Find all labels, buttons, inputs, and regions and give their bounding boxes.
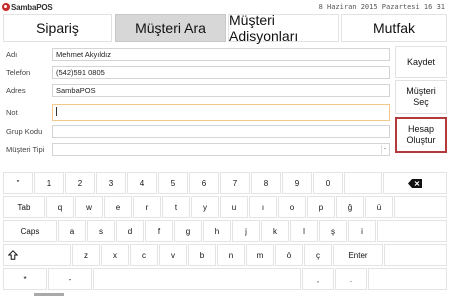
- key-spare[interactable]: [344, 172, 382, 194]
- backspace-key[interactable]: [383, 172, 447, 194]
- main-tabs: Sipariş Müşteri Ara Müşteri Adisyonları …: [3, 12, 447, 44]
- text-caret: [56, 106, 57, 116]
- key-spare-row2[interactable]: [394, 196, 447, 218]
- key-dotless-i[interactable]: ı: [249, 196, 277, 218]
- key-0[interactable]: 0: [313, 172, 343, 194]
- tab-key[interactable]: Tab: [3, 196, 45, 218]
- tab-musteri-adisyonlari[interactable]: Müşteri Adisyonları: [228, 12, 339, 44]
- key-q[interactable]: q: [46, 196, 74, 218]
- note-row: Not: [0, 104, 392, 122]
- group-code-field[interactable]: [52, 125, 390, 138]
- key-o[interactable]: o: [278, 196, 306, 218]
- key-j[interactable]: j: [232, 220, 260, 242]
- sambapos-logo: SambaPOS: [2, 2, 53, 12]
- key-r[interactable]: r: [133, 196, 161, 218]
- shift-arrow-icon: [8, 250, 18, 260]
- on-screen-keyboard: " 1 2 3 4 5 6 7 8 9 0 Tab q w e r t y u …: [0, 172, 450, 296]
- backspace-icon: [408, 178, 422, 188]
- key-5[interactable]: 5: [158, 172, 188, 194]
- key-z[interactable]: z: [72, 244, 100, 266]
- top-bar: SambaPOS 8 Haziran 2015 Pazartesi 16 31: [0, 0, 450, 14]
- key-a[interactable]: a: [58, 220, 86, 242]
- space-bar[interactable]: [93, 268, 301, 290]
- key-x[interactable]: x: [101, 244, 129, 266]
- key-7[interactable]: 7: [220, 172, 250, 194]
- key-h[interactable]: h: [203, 220, 231, 242]
- key-g[interactable]: g: [174, 220, 202, 242]
- key-4[interactable]: 4: [127, 172, 157, 194]
- key-s-cedilla[interactable]: ş: [319, 220, 347, 242]
- key-spare-row5[interactable]: [368, 268, 447, 290]
- tab-musteri-ara[interactable]: Müşteri Ara: [115, 14, 226, 42]
- key-l[interactable]: l: [290, 220, 318, 242]
- key-k[interactable]: k: [261, 220, 289, 242]
- key-o-umlaut[interactable]: ö: [275, 244, 303, 266]
- key-minus[interactable]: -: [48, 268, 92, 290]
- phone-field[interactable]: (542)591 0805: [52, 66, 390, 79]
- key-asterisk[interactable]: *: [3, 268, 47, 290]
- group-row: Grup Kodu: [0, 125, 392, 139]
- tab-siparis[interactable]: Sipariş: [3, 14, 112, 42]
- key-1[interactable]: 1: [34, 172, 64, 194]
- key-2[interactable]: 2: [65, 172, 95, 194]
- key-b[interactable]: b: [188, 244, 216, 266]
- key-s[interactable]: s: [87, 220, 115, 242]
- name-row: Adı Mehmet Akyıldız: [0, 48, 392, 62]
- logo-text: SambaPOS: [11, 2, 53, 12]
- key-spare-row4[interactable]: [384, 244, 447, 266]
- type-row: Müşteri Tipi -: [0, 143, 392, 157]
- group-label: Grup Kodu: [6, 127, 43, 136]
- key-y[interactable]: y: [191, 196, 219, 218]
- key-3[interactable]: 3: [96, 172, 126, 194]
- note-label: Not: [6, 108, 18, 117]
- customer-type-select[interactable]: -: [52, 143, 390, 156]
- key-8[interactable]: 8: [251, 172, 281, 194]
- address-field[interactable]: SambaPOS: [52, 84, 390, 97]
- key-e[interactable]: e: [104, 196, 132, 218]
- key-9[interactable]: 9: [282, 172, 312, 194]
- enter-key[interactable]: Enter: [333, 244, 383, 266]
- create-account-button[interactable]: Hesap Oluştur: [395, 117, 447, 153]
- select-customer-button[interactable]: Müşteri Seç: [395, 80, 447, 114]
- key-spare-row3[interactable]: [377, 220, 447, 242]
- name-field[interactable]: Mehmet Akyıldız: [52, 48, 390, 61]
- date-time: 8 Haziran 2015 Pazartesi 16 31: [318, 3, 445, 11]
- key-u[interactable]: u: [220, 196, 248, 218]
- key-v[interactable]: v: [159, 244, 187, 266]
- key-n[interactable]: n: [217, 244, 245, 266]
- key-p[interactable]: p: [307, 196, 335, 218]
- dropdown-icon: -: [381, 145, 388, 154]
- key-6[interactable]: 6: [189, 172, 219, 194]
- tab-mutfak[interactable]: Mutfak: [341, 14, 447, 42]
- key-f[interactable]: f: [145, 220, 173, 242]
- note-field[interactable]: [52, 104, 390, 121]
- key-i[interactable]: i: [348, 220, 376, 242]
- type-label: Müşteri Tipi: [6, 145, 45, 154]
- key-w[interactable]: w: [75, 196, 103, 218]
- logo-icon: [2, 3, 10, 11]
- shift-key[interactable]: [3, 244, 71, 266]
- phone-label: Telefon: [6, 68, 31, 77]
- key-t[interactable]: t: [162, 196, 190, 218]
- caps-lock-key[interactable]: Caps: [3, 220, 57, 242]
- save-button[interactable]: Kaydet: [395, 46, 447, 78]
- key-u-umlaut[interactable]: ü: [365, 196, 393, 218]
- name-label: Adı: [6, 50, 18, 59]
- address-label: Adres: [6, 86, 26, 95]
- key-comma[interactable]: ,: [302, 268, 334, 290]
- key-m[interactable]: m: [246, 244, 274, 266]
- key-period[interactable]: .: [335, 268, 367, 290]
- key-g-breve[interactable]: ğ: [336, 196, 364, 218]
- phone-row: Telefon (542)591 0805: [0, 66, 392, 80]
- key-c-cedilla[interactable]: ç: [304, 244, 332, 266]
- key-quote[interactable]: ": [3, 172, 33, 194]
- address-row: Adres SambaPOS: [0, 84, 392, 98]
- key-d[interactable]: d: [116, 220, 144, 242]
- key-c[interactable]: c: [130, 244, 158, 266]
